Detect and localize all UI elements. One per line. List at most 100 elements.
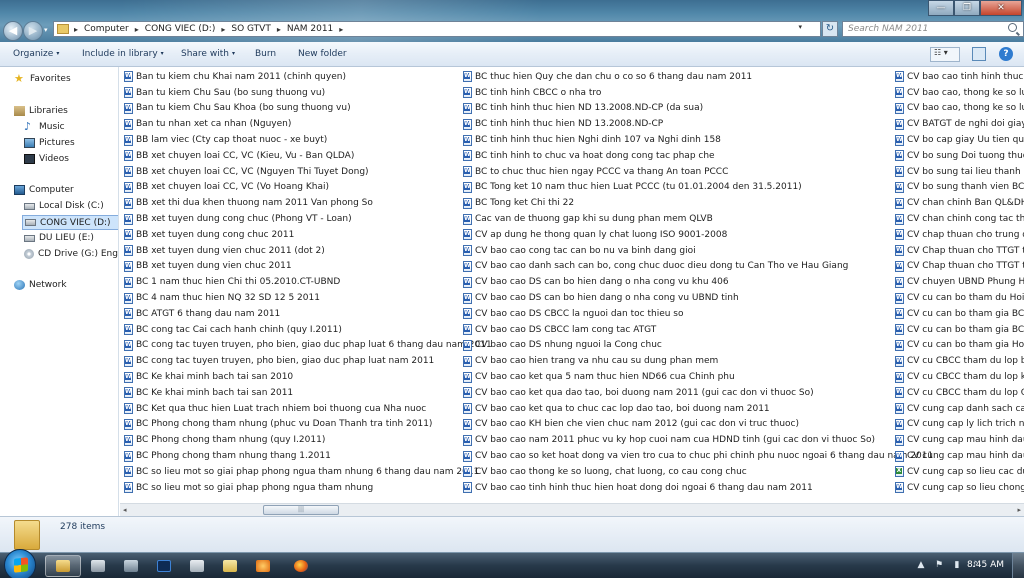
organize-button[interactable]: Organize ▾ bbox=[13, 49, 59, 59]
file-item[interactable]: CV bao cao DS can bo hien dang o nha con… bbox=[463, 274, 933, 290]
breadcrumb-cong-viec[interactable]: CONG VIEC (D:) bbox=[141, 24, 220, 34]
file-item[interactable]: BB xet tuyen dung cong chuc 2011 bbox=[124, 227, 492, 243]
file-item[interactable]: CV cung cap so lieu chong n bbox=[895, 480, 1024, 496]
file-item[interactable]: CV chuyen UBND Phung Hiep bbox=[895, 274, 1024, 290]
nav-cd-drive-g[interactable]: CD Drive (G:) EngStc bbox=[24, 249, 118, 259]
action-center-icon[interactable]: ⚑ bbox=[934, 559, 944, 571]
scroll-left-arrow[interactable]: ◂ bbox=[123, 506, 127, 514]
new-folder-button[interactable]: New folder bbox=[298, 49, 347, 59]
file-item[interactable]: CV cu can bo tham gia Hoi d bbox=[895, 338, 1024, 354]
taskbar-app-3[interactable] bbox=[113, 555, 149, 577]
file-item[interactable]: CV bao cao thong ke so luong, chat luong… bbox=[463, 464, 933, 480]
file-item[interactable]: Ban tu nhan xet ca nhan (Nguyen) bbox=[124, 116, 492, 132]
breadcrumb-so-gtvt[interactable]: SO GTVT bbox=[227, 24, 274, 34]
horizontal-scrollbar[interactable]: ◂ ||| ▸ bbox=[120, 503, 1024, 516]
scrollbar-thumb[interactable]: ||| bbox=[263, 505, 339, 515]
forward-button[interactable]: ▶ bbox=[23, 21, 43, 41]
preview-pane-button[interactable] bbox=[972, 47, 986, 61]
file-item[interactable]: BC tinh hinh thuc hien ND 13.2008.ND-CP … bbox=[463, 101, 933, 117]
file-item[interactable]: CV cu can bo tham du Hoi ng bbox=[895, 290, 1024, 306]
burn-button[interactable]: Burn bbox=[255, 49, 276, 59]
file-item[interactable]: BB xet tuyen dung vien chuc 2011 (dot 2) bbox=[124, 243, 492, 259]
refresh-button[interactable]: ↻ bbox=[822, 21, 838, 37]
file-item[interactable]: BB xet chuyen loai CC, VC (Nguyen Thi Tu… bbox=[124, 164, 492, 180]
file-item[interactable]: CV cung cap mau hinh dau v bbox=[895, 448, 1024, 464]
file-item[interactable]: CV bo sung tai lieu thanh lap bbox=[895, 164, 1024, 180]
file-item[interactable]: CV cu can bo tham gia BCD g bbox=[895, 322, 1024, 338]
file-item[interactable]: BB lam viec (Cty cap thoat nuoc - xe buy… bbox=[124, 132, 492, 148]
file-item[interactable]: BC tinh hinh thuc hien Nghi dinh 107 va … bbox=[463, 132, 933, 148]
file-item[interactable]: BC Ke khai minh bach tai san 2011 bbox=[124, 385, 492, 401]
file-item[interactable]: CV Chap thuan cho TTGT tha bbox=[895, 243, 1024, 259]
file-item[interactable]: CV cu CBCC tham du lop ky n bbox=[895, 369, 1024, 385]
file-item[interactable]: CV bao cao, thong ke so luong bbox=[895, 101, 1024, 117]
file-item[interactable]: CV Chap thuan cho TTGT tha bbox=[895, 259, 1024, 275]
nav-pictures[interactable]: Pictures bbox=[24, 138, 75, 148]
file-item[interactable]: BC Ket qua thuc hien Luat trach nhiem bo… bbox=[124, 401, 492, 417]
file-item[interactable]: CV bao cao KH bien che vien chuc nam 201… bbox=[463, 417, 933, 433]
file-item[interactable]: CV bo sung thanh vien BCD 1 bbox=[895, 180, 1024, 196]
breadcrumb-separator[interactable]: ▸ bbox=[133, 25, 141, 34]
file-item[interactable]: CV chap thuan cho trung dun bbox=[895, 227, 1024, 243]
file-item[interactable]: CV ap dung he thong quan ly chat luong I… bbox=[463, 227, 933, 243]
file-item[interactable]: BC Phong chong tham nhung thang 1.2011 bbox=[124, 448, 492, 464]
file-item[interactable]: CV bo cap giay Uu tien qua ph bbox=[895, 132, 1024, 148]
network-status-icon[interactable]: ▮ bbox=[952, 559, 962, 571]
file-item[interactable]: CV bao cao, thong ke so luong bbox=[895, 85, 1024, 101]
file-item[interactable]: BC ATGT 6 thang dau nam 2011 bbox=[124, 306, 492, 322]
file-item[interactable]: BC to chuc thuc hien ngay PCCC va thang … bbox=[463, 164, 933, 180]
file-item[interactable]: BC tinh hinh thuc hien ND 13.2008.ND-CP bbox=[463, 116, 933, 132]
file-item[interactable]: BC tinh hinh to chuc va hoat dong cong t… bbox=[463, 148, 933, 164]
address-bar[interactable]: ▸ Computer ▸ CONG VIEC (D:) ▸ SO GTVT ▸ … bbox=[53, 21, 821, 37]
nav-favorites[interactable]: ★ Favorites bbox=[14, 73, 71, 84]
nav-cong-viec-d[interactable]: CONG VIEC (D:) bbox=[22, 215, 118, 230]
file-item[interactable]: CV cu can bo tham gia BCD q bbox=[895, 306, 1024, 322]
breadcrumb-computer[interactable]: Computer bbox=[80, 24, 133, 34]
file-item[interactable]: BB xet chuyen loai CC, VC (Kieu, Vu - Ba… bbox=[124, 148, 492, 164]
file-item[interactable]: BB xet tuyen dung cong chuc (Phong VT - … bbox=[124, 211, 492, 227]
file-item[interactable]: Cac van de thuong gap khi su dung phan m… bbox=[463, 211, 933, 227]
file-item[interactable]: BC Tong ket 10 nam thuc hien Luat PCCC (… bbox=[463, 180, 933, 196]
file-item[interactable]: BC 1 nam thuc hien Chi thi 05.2010.CT-UB… bbox=[124, 274, 492, 290]
nav-du-lieu-e[interactable]: DU LIEU (E:) bbox=[24, 233, 94, 243]
tray-expand-icon[interactable]: ▲ bbox=[916, 559, 926, 571]
file-item[interactable]: CV cung cap mau hinh dau v bbox=[895, 432, 1024, 448]
file-item[interactable]: BC so lieu mot so giai phap phong ngua t… bbox=[124, 464, 492, 480]
file-item[interactable]: CV bao cao ket qua 5 nam thuc hien ND66 … bbox=[463, 369, 933, 385]
file-item[interactable]: CV cung cap danh sach can b bbox=[895, 401, 1024, 417]
close-button[interactable]: ✕ bbox=[980, 0, 1022, 16]
nav-local-disk-c[interactable]: Local Disk (C:) bbox=[24, 201, 104, 211]
file-item[interactable]: CV cung cap so lieu cac du a bbox=[895, 464, 1024, 480]
file-item[interactable]: CV bao cao hien trang va nhu cau su dung… bbox=[463, 353, 933, 369]
nav-computer[interactable]: Computer bbox=[14, 185, 74, 195]
file-item[interactable]: CV bao cao danh sach can bo, cong chuc d… bbox=[463, 259, 933, 275]
share-with-button[interactable]: Share with ▾ bbox=[181, 49, 235, 59]
address-history-dropdown[interactable]: ▾ bbox=[798, 23, 802, 31]
clock[interactable]: 8:45 AM bbox=[967, 560, 1004, 570]
taskbar-app-5[interactable] bbox=[179, 555, 215, 577]
include-in-library-button[interactable]: Include in library ▾ bbox=[82, 49, 164, 59]
file-item[interactable]: CV bao cao cong tac can bo nu va binh da… bbox=[463, 243, 933, 259]
file-item[interactable]: CV bao cao DS CBCC lam cong tac ATGT bbox=[463, 322, 933, 338]
help-button[interactable]: ? bbox=[999, 47, 1013, 61]
file-item[interactable]: BC Phong chong tham nhung (phuc vu Doan … bbox=[124, 417, 492, 433]
file-item[interactable]: CV bao cao nam 2011 phuc vu ky hop cuoi … bbox=[463, 432, 933, 448]
back-button[interactable]: ◀ bbox=[3, 21, 23, 41]
file-item[interactable]: BC so lieu mot so giai phap phong ngua t… bbox=[124, 480, 492, 496]
file-item[interactable]: CV bao cao ket qua dao tao, boi duong na… bbox=[463, 385, 933, 401]
taskbar-app-2[interactable] bbox=[80, 555, 116, 577]
scroll-right-arrow[interactable]: ▸ bbox=[1017, 506, 1021, 514]
nav-network[interactable]: Network bbox=[14, 280, 67, 290]
file-item[interactable]: CV cu CBCC tham du lop boi bbox=[895, 353, 1024, 369]
search-icon[interactable] bbox=[1008, 23, 1017, 32]
file-item[interactable]: BC tinh hinh CBCC o nha tro bbox=[463, 85, 933, 101]
file-item[interactable]: CV bao cao DS can bo hien dang o nha con… bbox=[463, 290, 933, 306]
taskbar-firefox[interactable] bbox=[283, 555, 319, 577]
file-item[interactable]: CV bao cao tinh hinh thuc hien bbox=[895, 69, 1024, 85]
taskbar-photoshop[interactable] bbox=[146, 555, 182, 577]
change-view-button[interactable]: ☷ ▾ bbox=[930, 47, 960, 62]
breadcrumb-separator[interactable]: ▸ bbox=[275, 25, 283, 34]
file-item[interactable]: Ban tu kiem chu Khai nam 2011 (chinh quy… bbox=[124, 69, 492, 85]
file-item[interactable]: CV bao cao DS nhung nguoi la Cong chuc bbox=[463, 338, 933, 354]
file-item[interactable]: BC Phong chong tham nhung (quy I.2011) bbox=[124, 432, 492, 448]
